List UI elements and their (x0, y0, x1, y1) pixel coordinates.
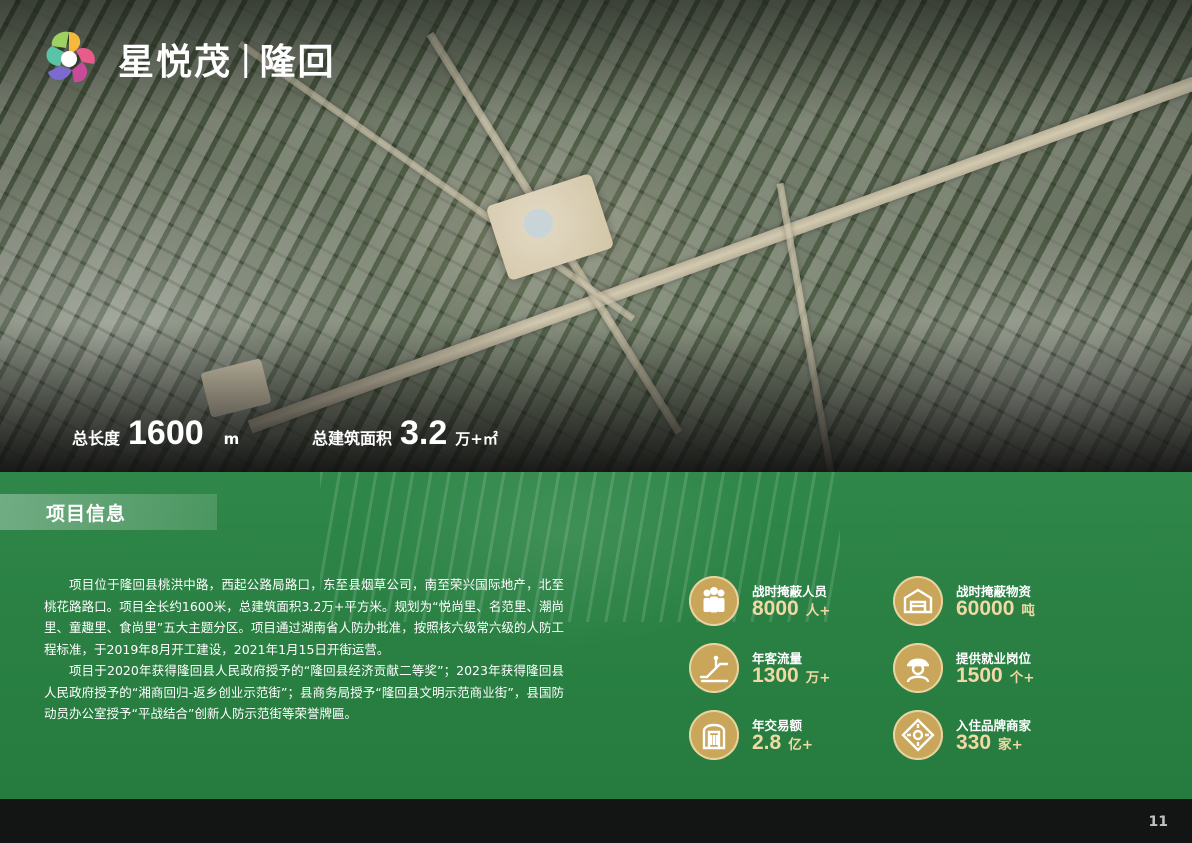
section-tab: 项目信息 (0, 494, 217, 530)
brand-separator: | (240, 39, 252, 79)
stat-value-row: 1500 个+ (956, 664, 1035, 688)
section-title: 项目信息 (46, 502, 127, 525)
star-petal-logo-icon (46, 31, 95, 83)
stat-value: 8000 (752, 597, 799, 620)
people-shelter-icon (689, 576, 739, 626)
total-area-unit: 万+㎡ (455, 430, 498, 448)
stat-unit: 家+ (998, 737, 1023, 753)
brand-city: 隆回 (259, 42, 336, 83)
page-footer: 11 (0, 799, 1192, 843)
aerial-photo: 星悦茂 | 隆回 总长度 1600 m 总建筑面积 3.2 万+㎡ (0, 0, 1192, 472)
escalator-icon (689, 643, 739, 693)
brand-header: 星悦茂 | 隆回 (36, 26, 336, 92)
stat-unit: 人+ (805, 603, 831, 619)
stat-value: 2.8 (752, 731, 782, 754)
directions-icon (893, 710, 943, 760)
stat-value-row: 60000 吨 (956, 597, 1035, 621)
total-length-unit: m (223, 430, 240, 448)
stat-value: 60000 (956, 597, 1015, 620)
total-area-label: 总建筑面积 (312, 429, 393, 448)
stat-value-row: 2.8 亿+ (752, 731, 813, 755)
stat-brand-merchants: 入住品牌商家 330 家+ (893, 710, 1133, 766)
brand-name: 星悦茂 (118, 42, 233, 83)
stat-value-row: 8000 人+ (752, 597, 831, 621)
stat-value: 1500 (956, 664, 1003, 687)
total-length-label: 总长度 (72, 429, 121, 448)
total-area-value: 3.2 (400, 414, 448, 452)
stat-shelter-supplies: 战时掩蔽物资 60000 吨 (893, 576, 1133, 632)
stat-value-row: 1300 万+ (752, 664, 831, 688)
stat-value: 330 (956, 731, 992, 754)
stat-jobs: 提供就业岗位 1500 个+ (893, 643, 1133, 699)
warehouse-icon (893, 576, 943, 626)
worker-icon (893, 643, 943, 693)
stat-unit: 个+ (1009, 670, 1035, 686)
shop-door-icon (689, 710, 739, 760)
stat-value-row: 330 家+ (956, 731, 1023, 755)
project-info-section: 项目信息 项目位于隆回县桃洪中路，西起公路局路口，东至县烟草公司，南至荣兴国际地… (0, 472, 1192, 799)
total-area-stat: 总建筑面积 3.2 万+㎡ (312, 414, 498, 453)
total-length-stat: 总长度 1600 m (72, 414, 239, 453)
stat-value: 1300 (752, 664, 799, 687)
stat-unit: 亿+ (788, 737, 814, 753)
page-number: 11 (1148, 814, 1168, 830)
stat-unit: 吨 (1021, 603, 1035, 619)
description-paragraph: 项目位于隆回县桃洪中路，西起公路局路口，东至县烟草公司，南至荣兴国际地产，北至桃… (44, 577, 564, 657)
description-paragraph: 项目于2020年获得隆回县人民政府授予的“隆回县经济贡献二等奖”；2023年获得… (44, 663, 564, 721)
total-length-value: 1600 (128, 414, 204, 452)
project-description: 项目位于隆回县桃洪中路，西起公路局路口，东至县烟草公司，南至荣兴国际地产，北至桃… (44, 574, 564, 725)
stat-unit: 万+ (805, 670, 831, 686)
